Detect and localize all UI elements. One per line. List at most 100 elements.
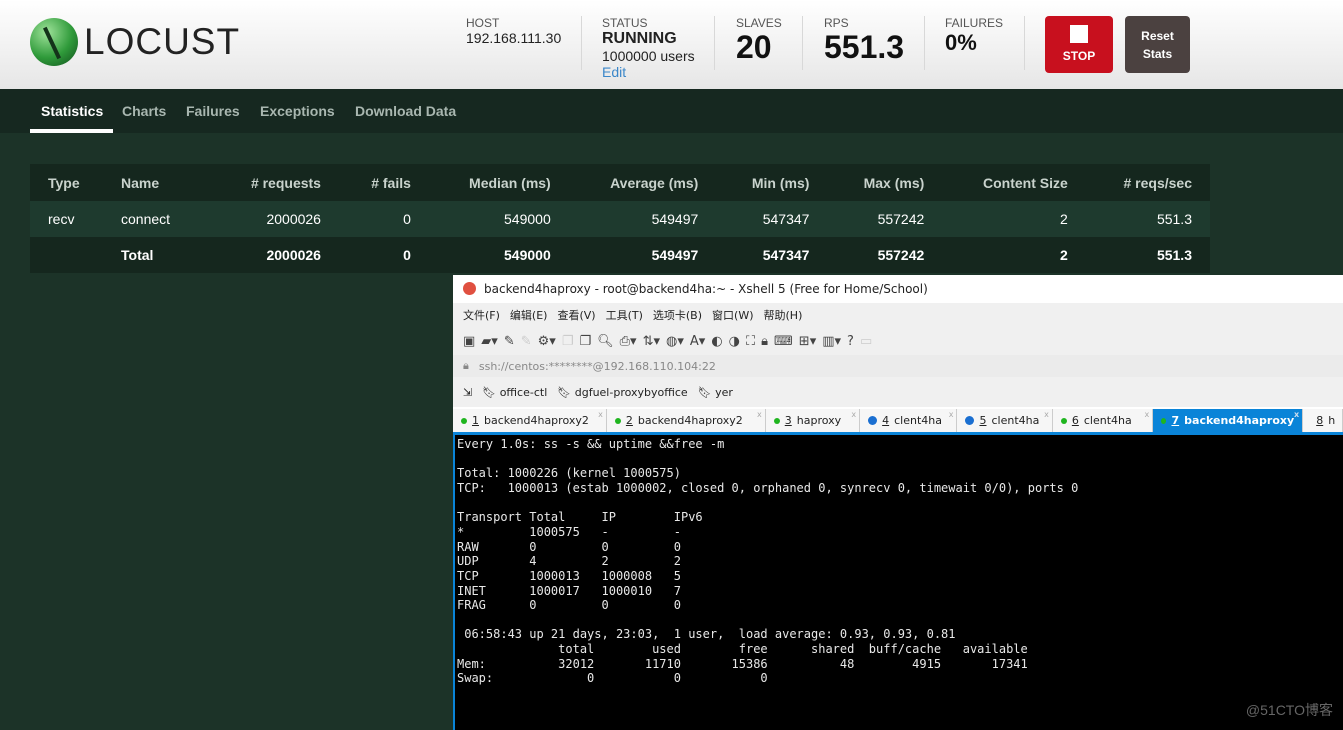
help-icon[interactable]: ? [847,334,854,349]
col-reqs-sec[interactable]: # reqs/sec [1085,164,1210,201]
session-tab-1[interactable]: 1 backend4haproxy2 x [453,409,607,432]
transfer-icon[interactable]: ⇅▾ [643,334,660,349]
keyboard-icon[interactable]: ⌨ [774,334,793,349]
tab-label: clent4ha [1083,414,1132,427]
tab-statistics[interactable]: Statistics [41,103,103,119]
window-title: backend4haproxy - root@backend4ha:~ - Xs… [484,281,928,296]
divider [1024,16,1025,70]
divider [924,16,925,70]
copy-icon[interactable]: ❐ [562,334,574,349]
slaves-label: SLAVES [736,16,782,30]
script-icon[interactable]: ◑ [729,334,740,349]
reset-stats-button[interactable]: Reset Stats [1125,16,1190,73]
terminal-output[interactable]: Every 1.0s: ss -s && uptime &&free -m Tot… [453,435,1343,730]
font-icon[interactable]: A▾ [690,334,705,349]
menu-file[interactable]: 文件(F) [463,307,500,323]
col-content-size[interactable]: Content Size [942,164,1086,201]
new-tab-icon[interactable]: ⊞▾ [799,334,816,349]
col-requests[interactable]: # requests [213,164,339,201]
session-tab-2[interactable]: 2 backend4haproxy2 x [606,409,766,432]
cell-fails: 0 [338,201,429,237]
find-icon[interactable]: 🔍︎ [597,334,614,349]
menu-edit[interactable]: 编辑(E) [510,307,548,323]
cell-average: 549497 [568,201,717,237]
properties-icon[interactable]: ⚙▾ [538,334,556,349]
close-tab-icon[interactable]: x [598,410,603,419]
close-tab-icon[interactable]: x [949,410,954,419]
connected-icon [773,417,780,424]
tab-number: 3 [784,414,792,427]
terminal-line: INET 1000017 1000010 7 [457,583,681,598]
tab-exceptions[interactable]: Exceptions [260,103,335,119]
lock-icon[interactable]: 🔒︎ [761,334,768,349]
chat-icon[interactable]: ▭ [860,334,872,349]
session-tab-4[interactable]: 4 clent4ha x [860,409,958,432]
menu-tabs[interactable]: 选项卡(B) [653,307,702,323]
menu-window[interactable]: 窗口(W) [712,307,753,323]
col-fails[interactable]: # fails [338,164,429,201]
layout-icon[interactable]: ▥▾ [822,334,841,349]
close-tab-icon[interactable]: x [1144,410,1149,419]
link-label: dgfuel-proxybyoffice [574,385,688,399]
terminal-line: 06:58:43 up 21 days, 23:03, 1 user, load… [457,627,956,642]
rps-label: RPS [824,16,849,30]
terminal-line: TCP 1000013 1000008 5 [457,568,681,583]
close-tab-icon[interactable]: x [757,410,762,419]
new-session-icon[interactable]: ▣ [463,334,475,349]
close-tab-icon[interactable]: x [1294,410,1299,419]
col-max[interactable]: Max (ms) [827,164,943,201]
link-bar-icon[interactable]: ⇲ [463,386,472,399]
xshell-app-icon [463,282,476,295]
terminal-line: total used free shared buff/cache availa… [457,642,1028,657]
session-tab-5[interactable]: 5 clent4ha x [957,409,1053,432]
open-icon[interactable]: ▰▾ [481,334,498,349]
link-yer[interactable]: 🔖︎ yer [698,386,733,399]
table-total-row: Total 2000026 0 549000 549497 547347 557242 2 55… [30,237,1210,273]
table-header: Type Name # requests # fails Median (ms)… [30,164,1210,201]
menu-view[interactable]: 查看(V) [557,307,595,323]
close-tab-icon[interactable]: x [1044,410,1049,419]
xftp-icon[interactable]: ◐ [711,334,722,349]
session-tab-3[interactable]: 3 haproxy x [765,409,861,432]
stop-button[interactable]: STOP [1045,16,1113,73]
table-row: recv connect 2000026 0 549000 549497 547347 557… [30,201,1210,237]
print-icon[interactable]: ⎙▾ [620,334,637,349]
session-tab-8[interactable]: 8h [1303,409,1343,432]
col-average[interactable]: Average (ms) [568,164,717,201]
globe-icon[interactable]: ◍▾ [666,334,684,349]
fullscreen-icon[interactable]: ⛶ [746,334,755,349]
close-tab-icon[interactable]: x [851,410,856,419]
terminal-line: TCP: 1000013 (estab 1000002, closed 0, o… [457,480,1079,495]
session-tab-7[interactable]: 7 backend4haproxy x [1153,409,1304,432]
tab-charts[interactable]: Charts [122,103,166,119]
tab-number: 8 [1316,414,1324,427]
tab-failures[interactable]: Failures [186,103,240,119]
cell-median: 549000 [428,237,569,273]
col-name[interactable]: Name [103,164,213,201]
col-median[interactable]: Median (ms) [428,164,569,201]
stats-table: Type Name # requests # fails Median (ms)… [30,164,1210,273]
link-office-ctl[interactable]: 🔖︎ office-ctl [482,386,547,399]
tab-number: 7 [1171,414,1180,427]
menu-tools[interactable]: 工具(T) [606,307,643,323]
divider [581,16,582,70]
xshell-title-bar[interactable]: backend4haproxy - root@backend4ha:~ - Xs… [453,275,1343,302]
terminal-line: Swap: 0 0 0 [457,671,768,686]
menu-help[interactable]: 帮助(H) [764,307,803,323]
session-tab-6[interactable]: 6 clent4ha x [1052,409,1154,432]
user-count: 1000000 users [602,48,695,64]
locust-logo[interactable]: LOCUST [30,18,240,66]
col-min[interactable]: Min (ms) [716,164,828,201]
disconnect-icon[interactable]: ✎ [521,334,532,349]
connect-icon[interactable]: ✎ [504,334,515,349]
paste-icon[interactable]: ❐ [579,334,591,349]
stop-label: STOP [1062,49,1096,63]
col-type[interactable]: Type [30,164,103,201]
edit-link[interactable]: Edit [602,64,695,80]
link-label: yer [715,385,733,399]
address-bar[interactable]: 🔒︎ ssh://centos:********@192.168.110.104:… [453,355,1343,377]
link-dgfuel[interactable]: 🔖︎ dgfuel-proxybyoffice [557,386,687,399]
tab-download-data[interactable]: Download Data [355,103,456,119]
terminal-line: Every 1.0s: ss -s && uptime &&free -m [457,437,725,451]
